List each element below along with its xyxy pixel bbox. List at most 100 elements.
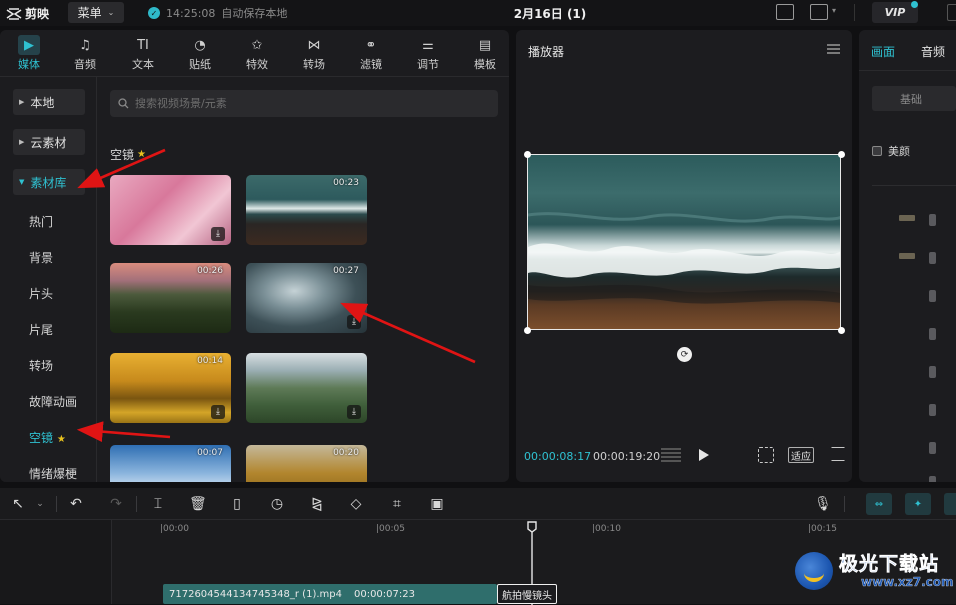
checkbox[interactable]: [872, 146, 882, 156]
hamburger-menu-icon[interactable]: [827, 44, 840, 54]
tab-template[interactable]: ▤ 模板: [457, 34, 509, 72]
sidebar-item-hot[interactable]: 热门: [29, 213, 53, 230]
save-text: 自动保存本地: [221, 7, 288, 20]
beauty-toggle[interactable]: 美颜: [872, 143, 910, 159]
player-title: 播放器: [528, 45, 565, 59]
divider: [872, 185, 956, 186]
search-icon: [118, 98, 129, 109]
download-icon[interactable]: ⤓: [211, 227, 225, 241]
tab-filter[interactable]: ⚭ 滤镜: [343, 34, 399, 72]
properties-panel: 画面 音频 基础 美颜: [859, 30, 956, 482]
adjust-icon: ⚌: [422, 37, 434, 53]
download-icon[interactable]: ⤓: [211, 405, 225, 419]
sidebar-cloud[interactable]: ▶ 云素材: [13, 129, 85, 155]
main-track-magnet-button[interactable]: ⇔: [866, 493, 892, 515]
resize-handle[interactable]: [524, 151, 531, 158]
sidebar-item-background[interactable]: 背景: [29, 249, 53, 266]
resize-handle[interactable]: [524, 327, 531, 334]
slider-knob[interactable]: [929, 328, 936, 340]
rotate-icon[interactable]: ⟳: [677, 347, 692, 362]
menu-button[interactable]: 菜单 ⌄: [68, 2, 124, 23]
slider-knob[interactable]: [929, 290, 936, 302]
sidebar-item-intro[interactable]: 片头: [29, 285, 53, 302]
capcut-logo-icon: [6, 7, 22, 20]
clip-thumbnail-forest-sunset[interactable]: 00:26: [110, 263, 231, 333]
clip-thumbnail-valley[interactable]: ⤓: [246, 353, 367, 423]
tab-sticker[interactable]: ◔ 贴纸: [172, 34, 228, 72]
layout-icon[interactable]: [810, 4, 828, 20]
slider-knob[interactable]: [929, 214, 936, 226]
sidebar-item-transition[interactable]: 转场: [29, 357, 53, 374]
clip-thumbnail-autumn-tree[interactable]: 00:20: [246, 445, 367, 482]
tab-picture[interactable]: 画面: [871, 43, 895, 60]
save-time: 14:25:08: [166, 6, 216, 20]
text-icon: TI: [137, 37, 149, 53]
keyboard-icon[interactable]: [776, 4, 794, 20]
crop-fit-icon[interactable]: [758, 447, 774, 463]
fullscreen-icon[interactable]: [831, 447, 845, 461]
beauty-label: 美颜: [888, 145, 910, 158]
download-icon[interactable]: ⤓: [347, 315, 361, 329]
media-sidebar: ▶ 本地 ▶ 云素材 ▼ 素材库 热门 背景 片头 片尾 转场 故障动画 空镜 …: [0, 77, 97, 482]
linkage-button[interactable]: [944, 493, 956, 515]
tab-media[interactable]: ▶ 媒体: [1, 34, 57, 72]
sidebar-item-outro[interactable]: 片尾: [29, 321, 53, 338]
cursor-icon[interactable]: ↖: [10, 496, 26, 512]
clip-thumbnail-autumn-trees[interactable]: 00:14 ⤓: [110, 353, 231, 423]
waveform-icon[interactable]: [661, 447, 681, 462]
play-icon[interactable]: [699, 449, 709, 461]
auto-snap-button[interactable]: ✦: [905, 493, 931, 515]
divider: [844, 496, 845, 512]
download-icon[interactable]: ⤓: [347, 405, 361, 419]
triangle-right-icon: ▶: [19, 138, 25, 146]
search-box[interactable]: [110, 90, 498, 117]
chevron-down-icon[interactable]: ⌄: [32, 496, 48, 512]
sub-tab-basic[interactable]: 基础: [872, 86, 956, 111]
slider-knob[interactable]: [929, 476, 936, 482]
reverse-play-icon[interactable]: ◷: [269, 496, 285, 512]
sidebar-library[interactable]: ▼ 素材库: [13, 169, 85, 195]
layout-chevron-icon[interactable]: ▾: [832, 6, 836, 15]
tab-audio[interactable]: 音频: [921, 43, 945, 60]
crop-icon[interactable]: ⌗: [389, 496, 405, 512]
clip-thumbnail-sky[interactable]: 00:07: [110, 445, 231, 482]
video-preview[interactable]: [527, 154, 841, 330]
section-title-label: 空镜: [110, 148, 135, 162]
microphone-icon[interactable]: 🎙: [814, 496, 832, 512]
site-watermark: 极光下载站 www.xz7.com: [795, 552, 954, 590]
sidebar-item-empty-shot[interactable]: 空镜 ★: [29, 429, 66, 446]
slider-knob[interactable]: [929, 442, 936, 454]
image-edit-icon[interactable]: ▣: [429, 496, 445, 512]
sidebar-item-glitch[interactable]: 故障动画: [29, 393, 77, 410]
video-clip[interactable]: 7172604544134745348_r (1).mp4 00:00:07:2…: [163, 584, 497, 604]
clip-thumbnail-ocean-shore[interactable]: 00:23: [246, 175, 367, 245]
freeze-icon[interactable]: ▯: [229, 496, 245, 512]
tab-transition[interactable]: ⋈ 转场: [286, 34, 342, 72]
export-button[interactable]: [947, 4, 956, 21]
resize-handle[interactable]: [838, 327, 845, 334]
mirror-icon[interactable]: ⧎: [309, 496, 325, 512]
undo-icon[interactable]: ↶: [68, 496, 84, 512]
wave-foam: [528, 212, 840, 304]
tab-effects[interactable]: ✩ 特效: [229, 34, 285, 72]
resize-handle[interactable]: [838, 151, 845, 158]
tab-adjust[interactable]: ⚌ 调节: [400, 34, 456, 72]
rotate-icon[interactable]: ◇: [348, 496, 364, 512]
redo-icon[interactable]: ↷: [108, 496, 124, 512]
tab-audio[interactable]: ♫ 音频: [57, 34, 113, 72]
clip-thumbnail-wave[interactable]: 00:27 ⤓: [246, 263, 367, 333]
clip-thumbnail-cherry-blossom[interactable]: ⤓: [110, 175, 231, 245]
search-input[interactable]: [135, 97, 475, 110]
sidebar-local[interactable]: ▶ 本地: [13, 89, 85, 115]
video-clip-selected[interactable]: 航拍慢镜头: [497, 584, 557, 604]
tab-text[interactable]: TI 文本: [115, 34, 171, 72]
aspect-ratio-button[interactable]: 适应: [788, 447, 814, 463]
watermark-text: 极光下载站: [839, 553, 940, 576]
delete-icon[interactable]: 🗑: [189, 496, 207, 512]
slider-knob[interactable]: [929, 366, 936, 378]
icon-chip: [899, 253, 915, 259]
sidebar-item-meme[interactable]: 情绪爆梗: [29, 465, 77, 482]
slider-knob[interactable]: [929, 252, 936, 264]
slider-knob[interactable]: [929, 404, 936, 416]
split-icon[interactable]: ⌶: [150, 496, 166, 512]
